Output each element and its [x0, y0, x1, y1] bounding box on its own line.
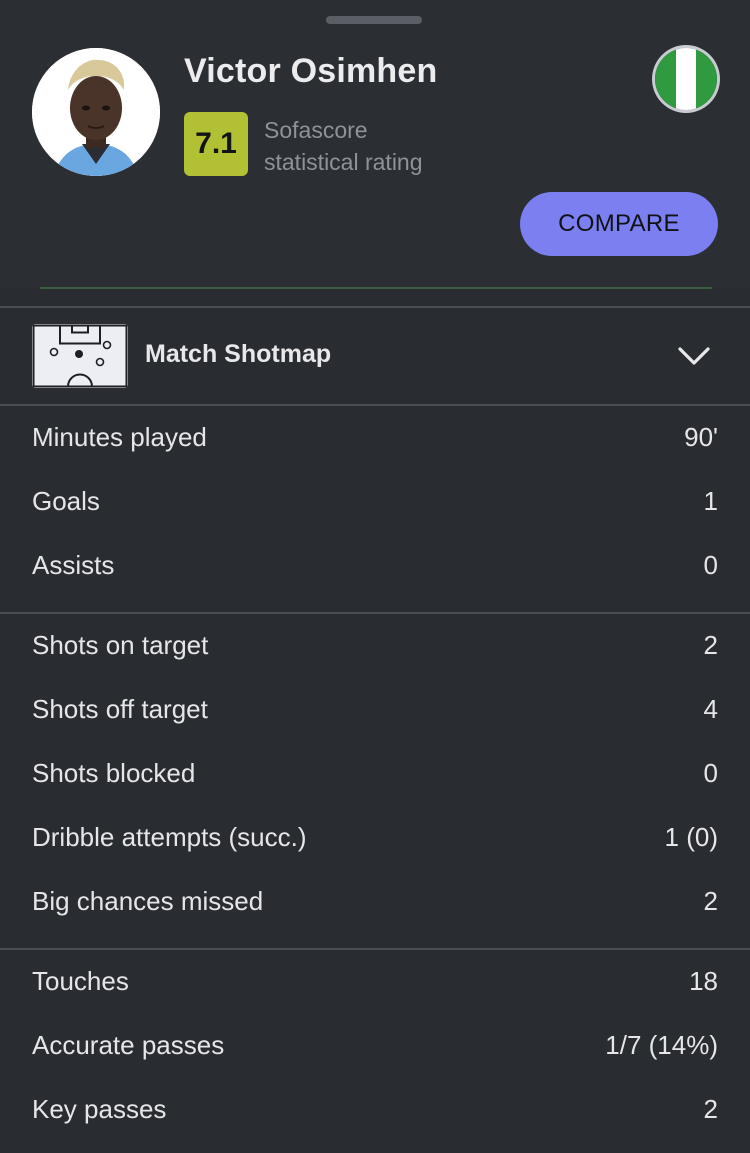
stat-value: 1	[703, 486, 718, 516]
stat-value: 2	[703, 630, 718, 660]
stat-row-accurate-passes: Accurate passes 1/7 (14%)	[0, 1014, 750, 1078]
header-accent-line	[40, 287, 712, 289]
stat-row-touches: Touches 18	[0, 950, 750, 1014]
stat-label: Minutes played	[32, 422, 207, 452]
player-stats-sheet: Victor Osimhen 7.1 Sofascore statistical…	[0, 0, 750, 1153]
stat-label: Assists	[32, 550, 115, 580]
stat-row-minutes-played: Minutes played 90'	[0, 406, 750, 470]
stat-row-shots-off-target: Shots off target 4	[0, 678, 750, 742]
nigeria-flag-icon	[655, 48, 717, 110]
chevron-down-icon[interactable]	[676, 344, 712, 368]
stat-value: 1 (0)	[664, 822, 718, 852]
stat-row-goals: Goals 1	[0, 470, 750, 534]
rating-label-line1: Sofascore	[264, 117, 368, 143]
player-avatar	[32, 48, 160, 176]
stat-label: Big chances missed	[32, 886, 264, 916]
stat-value: 90'	[684, 422, 718, 452]
stat-row-dribble-attempts: Dribble attempts (succ.) 1 (0)	[0, 806, 750, 870]
stat-label: Accurate passes	[32, 1030, 225, 1060]
drag-handle[interactable]	[326, 16, 422, 24]
stat-value: 4	[703, 694, 718, 724]
stat-value: 18	[689, 966, 718, 996]
shotmap-toggle[interactable]: Match Shotmap	[0, 308, 750, 404]
stat-label: Key passes	[32, 1094, 167, 1124]
player-photo-icon	[32, 48, 160, 176]
player-header: Victor Osimhen 7.1 Sofascore statistical…	[0, 0, 750, 287]
stat-label: Dribble attempts (succ.)	[32, 822, 307, 852]
stat-value: 2	[703, 1094, 718, 1124]
stat-label: Goals	[32, 486, 100, 516]
pitch-shotmap-icon	[32, 324, 128, 388]
player-name: Victor Osimhen	[184, 52, 438, 90]
stat-value: 0	[703, 550, 718, 580]
stat-row-shots-blocked: Shots blocked 0	[0, 742, 750, 806]
rating-label-line2: statistical rating	[264, 149, 423, 175]
stat-label: Shots on target	[32, 630, 209, 660]
stat-row-assists: Assists 0	[0, 534, 750, 598]
shotmap-title: Match Shotmap	[145, 340, 332, 368]
compare-button[interactable]: COMPARE	[520, 192, 718, 256]
stat-row-key-passes: Key passes 2	[0, 1078, 750, 1142]
stat-label: Shots off target	[32, 694, 208, 724]
stat-value: 0	[703, 758, 718, 788]
stat-row-big-chances-missed: Big chances missed 2	[0, 870, 750, 934]
rating-label: Sofascore statistical rating	[264, 114, 423, 178]
stat-value: 1/7 (14%)	[605, 1030, 718, 1060]
rating-badge: 7.1	[184, 112, 248, 176]
stat-label: Shots blocked	[32, 758, 196, 788]
stat-value: 2	[703, 886, 718, 916]
stat-row-shots-on-target: Shots on target 2	[0, 614, 750, 678]
stat-label: Touches	[32, 966, 129, 996]
